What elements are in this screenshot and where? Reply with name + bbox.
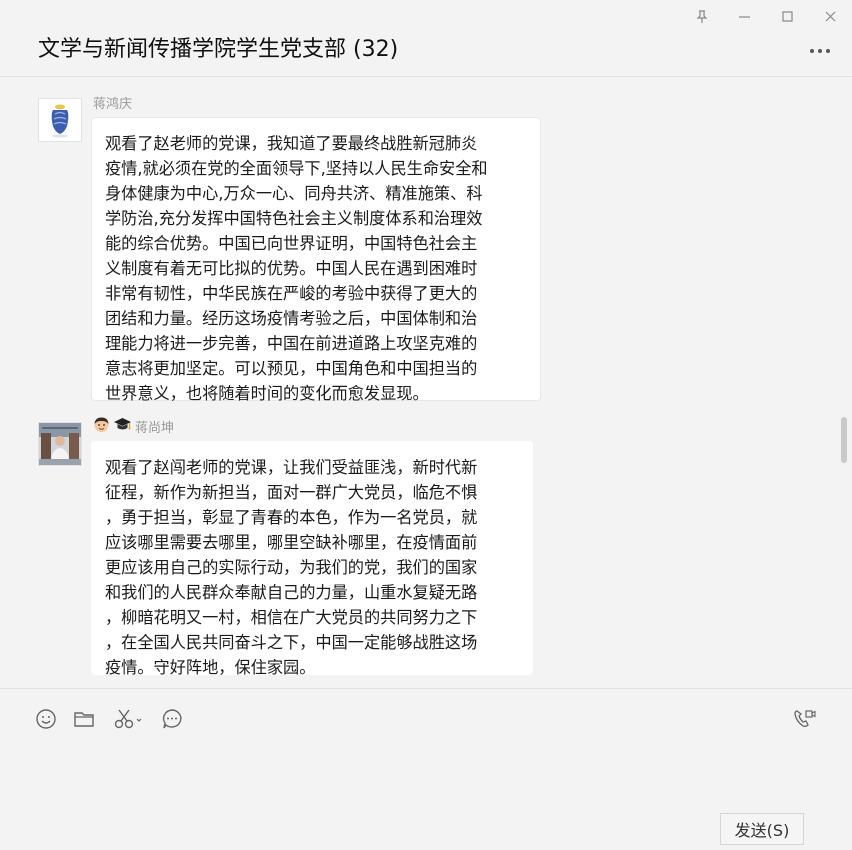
window-controls [680,0,852,32]
message-bubble[interactable]: 观看了赵闯老师的党课，让我们受益匪浅，新时代新 征程，新作为新担当，面对一群广大… [91,441,533,677]
message-line: ，在全国人民共同奋斗之下，中国一定能够战胜这场 [105,633,478,652]
pin-icon[interactable] [680,0,723,32]
sender-name: 蒋鸿庆 [93,93,132,112]
close-icon[interactable] [809,0,852,32]
send-button[interactable]: 发送(S) [720,813,804,845]
avatar[interactable] [38,98,82,142]
message-line: 观看了赵闯老师的党课，让我们受益匪浅，新时代新 [105,458,478,477]
message-line: 疫情。守好阵地，保住家园。 [105,658,316,677]
message-line: 应该哪里需要去哪里，哪里空缺补哪里，在疫情面前 [105,533,478,552]
more-options-icon[interactable] [810,44,830,58]
message-bubble[interactable]: 观看了赵老师的党课，我知道了要最终战胜新冠肺炎 疫情,就必须在党的全面领导下,坚… [91,117,541,403]
message-input[interactable] [30,745,820,807]
sender-name: 蒋尚坤 [93,416,174,437]
chat-history-icon[interactable] [160,707,184,731]
message-line: 学防治,充分发挥中国特色社会主义制度体系和治理效 [105,209,483,228]
message-line: 疫情,就必须在党的全面领导下,坚持以人民生命安全和 [105,159,488,178]
video-call-icon[interactable] [792,707,816,731]
message-line: 和我们的人民群众奉献自己的力量，山重水复疑无路 [105,583,478,602]
avatar[interactable] [38,422,82,466]
message-line: 意志将更加坚定。可以预见，中国角色和中国担当的 [105,359,478,378]
message-line: 理能力将进一步完善，中国在前进道路上攻坚克难的 [105,334,478,353]
message-list[interactable]: 蒋鸿庆 观看了赵老师的党课，我知道了要最终战胜新冠肺炎 疫情,就必须在党的全面领… [0,77,852,688]
graduation-cap-icon [113,416,132,437]
scissors-icon[interactable] [113,707,143,731]
maximize-icon[interactable] [766,0,809,32]
message-line: 征程，新作为新担当，面对一群广大党员，临危不惧 [105,483,478,502]
message-line: 团结和力量。经历这场疫情考验之后，中国体制和治 [105,309,478,328]
emoji-icon[interactable] [34,707,58,731]
folder-icon[interactable] [72,707,96,731]
minimize-icon[interactable] [723,0,766,32]
scrollbar-thumb[interactable] [841,417,847,463]
man-face-icon [93,416,110,437]
message-line: 能的综合优势。中国已向世界证明，中国特色社会主 [105,234,478,253]
message-line: 观看了赵老师的党课，我知道了要最终战胜新冠肺炎 [105,134,478,153]
chat-title: 文学与新闻传播学院学生党支部 (32) [38,37,399,62]
message-line: 世界意义，也将随着时间的变化而愈发显现。 [105,384,429,403]
message-line: ，勇于担当，彰显了青春的本色，作为一名党员，就 [105,508,478,527]
input-toolbar [0,688,852,749]
message-line: 义制度有着无可比拟的优势。中国人民在遇到困难时 [105,259,478,278]
sender-name-text: 蒋尚坤 [135,421,175,436]
message-line: 更应该用自己的实际行动，为我们的党，我们的国家 [105,558,478,577]
message-line: ，柳暗花明又一村，相信在广大党员的共同努力之下 [105,608,478,627]
sender-name-text: 蒋鸿庆 [93,97,133,112]
message-line: 非常有韧性，中华民族在严峻的考验中获得了更大的 [105,284,478,303]
message-line: 身体健康为中心,万众一心、同舟共济、精准施策、科 [105,184,483,203]
